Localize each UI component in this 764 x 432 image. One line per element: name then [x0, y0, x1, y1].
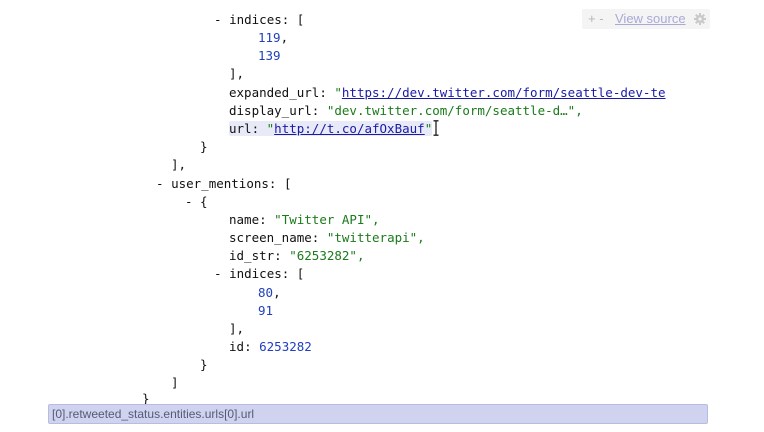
expand-collapse-buttons[interactable]: + -	[588, 9, 604, 29]
tree-line-array-close: ]	[171, 375, 179, 390]
index-value: 80	[258, 285, 274, 300]
tree-line-array-close: ],	[229, 321, 245, 336]
json-tree: - indices: [ 119, 139 ], expanded_url: "…	[0, 0, 712, 432]
key-url: url	[229, 121, 252, 136]
gear-icon[interactable]	[694, 13, 706, 25]
tree-line-object-close: }	[200, 139, 208, 154]
display-url-value: "dev.twitter.com/form/seattle-d…",	[326, 103, 583, 118]
tree-line-display-url: display_url: "dev.twitter.com/form/seatt…	[229, 103, 583, 118]
tree-line-indices: - indices: [	[214, 266, 305, 281]
tree-line-object-close: }	[200, 357, 208, 372]
collapse-toggle[interactable]: - {	[185, 194, 208, 209]
url-link[interactable]: http://t.co/afOxBauf	[274, 121, 425, 136]
tree-line-object-open: - {	[185, 193, 208, 211]
collapse-toggle[interactable]: -	[156, 176, 171, 191]
index-value: 91	[258, 303, 274, 318]
tree-line-name: name: "Twitter API",	[229, 212, 380, 227]
tree-line-index-value: 119,	[258, 30, 289, 45]
screen-name-value: "twitterapi",	[326, 230, 425, 245]
key-name: name	[229, 212, 260, 227]
tree-line-index-value: 91	[258, 302, 273, 320]
json-viewer: - indices: [ 119, 139 ], expanded_url: "…	[0, 0, 764, 432]
url-highlight: url: "http://t.co/afOxBauf"	[229, 121, 433, 136]
tree-line-user-mentions: - user_mentions: [	[156, 176, 292, 191]
index-value: 139	[258, 48, 281, 63]
collapse-toggle[interactable]: -	[214, 266, 229, 281]
tree-line-indices: - indices: [	[214, 12, 305, 27]
view-source-toolbar: + - View source	[582, 9, 710, 29]
key-indices: indices	[229, 12, 282, 27]
id-value: 6253282	[259, 339, 312, 354]
tree-line-expanded-url: expanded_url: "https://dev.twitter.com/f…	[229, 85, 666, 100]
tree-line-index-value: 139	[258, 47, 281, 65]
key-expanded-url: expanded_url	[229, 85, 320, 100]
tree-line-array-close: ],	[171, 157, 187, 172]
key-display-url: display_url	[229, 103, 312, 118]
tree-line-index-value: 80,	[258, 285, 281, 300]
collapse-toggle[interactable]: -	[214, 12, 229, 27]
text-cursor-icon	[433, 120, 439, 136]
tree-line-array-close: ],	[229, 66, 245, 81]
key-id: id	[229, 339, 245, 354]
json-path-statusbar: [0].retweeted_status.entities.urls[0].ur…	[48, 404, 708, 424]
key-user-mentions: user_mentions	[171, 176, 269, 191]
key-id-str: id_str	[229, 248, 275, 263]
id-str-value: "6253282",	[289, 248, 365, 263]
key-screen-name: screen_name	[229, 230, 312, 245]
tree-line-id: id: 6253282	[229, 339, 312, 354]
tree-line-id-str: id_str: "6253282",	[229, 248, 365, 263]
tree-line-screen-name: screen_name: "twitterapi",	[229, 230, 425, 245]
expanded-url-link[interactable]: https://dev.twitter.com/form/seattle-dev…	[342, 85, 666, 100]
index-value: 119	[258, 30, 281, 45]
tree-line-url: url: "http://t.co/afOxBauf"	[229, 120, 439, 138]
view-source-link[interactable]: View source	[615, 9, 686, 29]
name-value: "Twitter API",	[274, 212, 380, 227]
key-indices: indices	[229, 266, 282, 281]
